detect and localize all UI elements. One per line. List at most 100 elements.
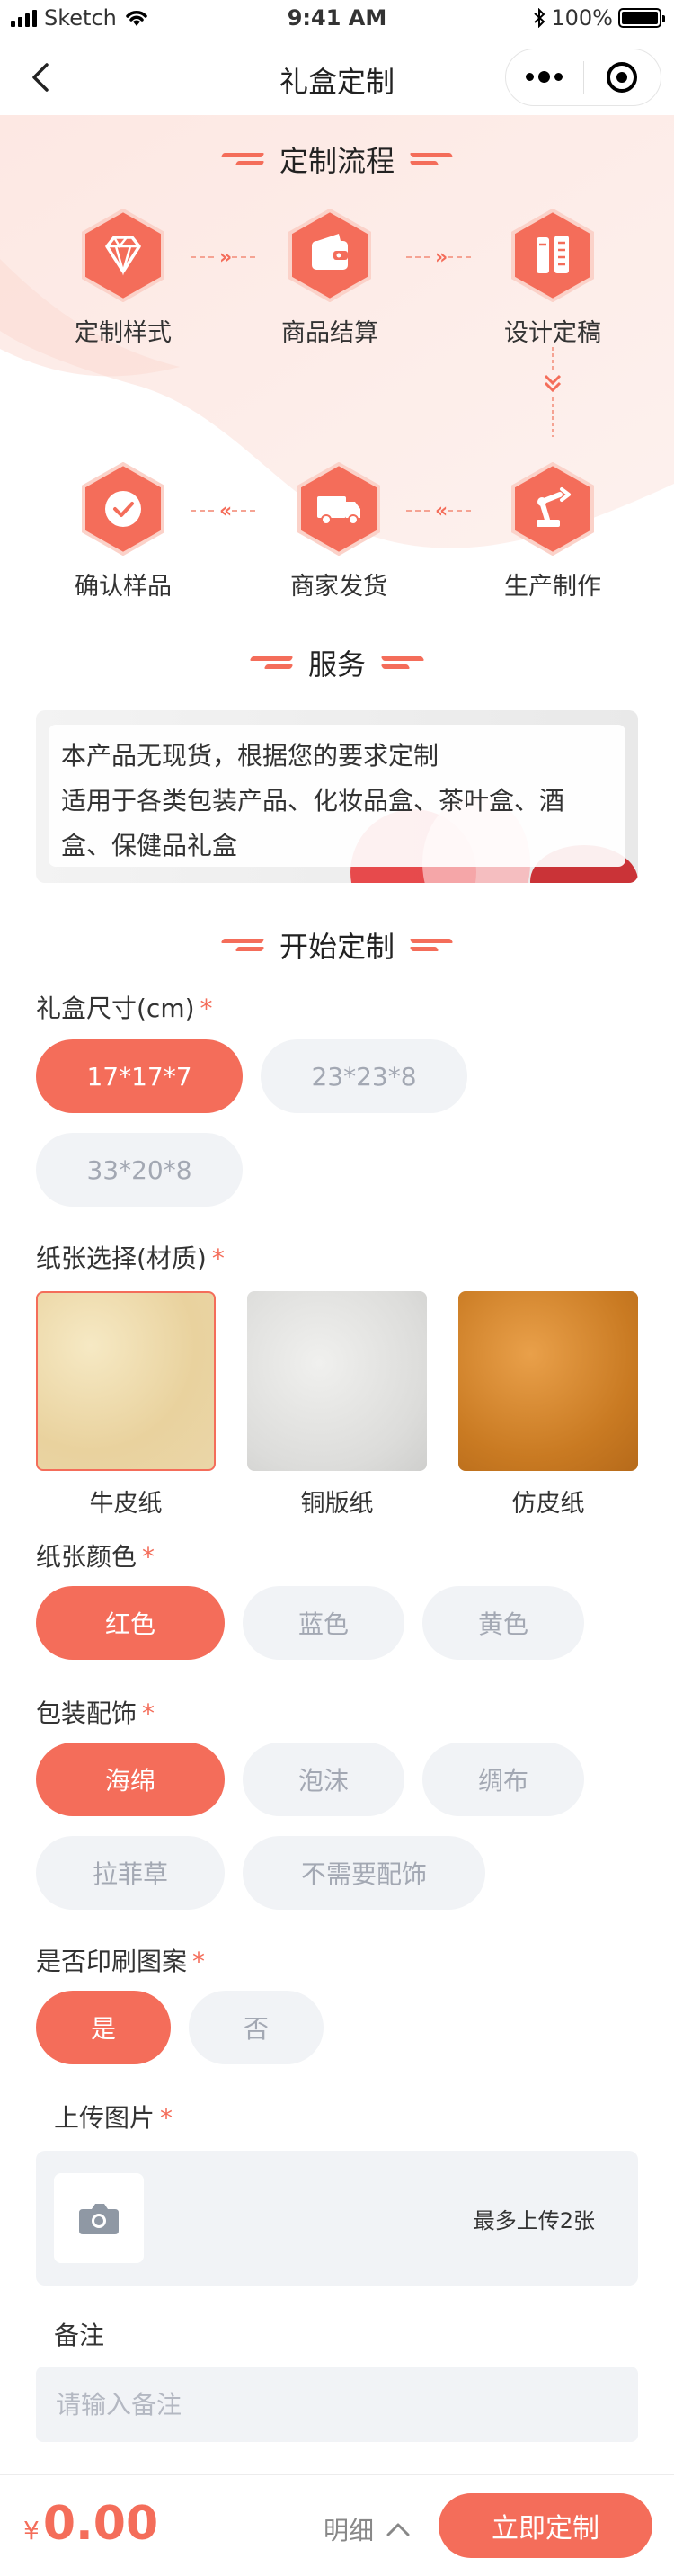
upload-image-button[interactable]: [54, 2173, 144, 2263]
hex-badge: [510, 209, 596, 302]
print-option-no[interactable]: 否: [189, 1991, 324, 2064]
step-merchant-ship: 商家发货: [262, 462, 415, 602]
close-ring-icon: [607, 62, 638, 93]
paper-name: 铜版纸: [300, 1490, 374, 1518]
process-title: 定制流程: [0, 138, 674, 180]
upload-label-text: 上传图片: [54, 2103, 155, 2133]
hex-badge: [80, 209, 166, 302]
flow-arrow-down: [544, 347, 562, 437]
accessory-option-silk[interactable]: 绸布: [422, 1743, 584, 1816]
remark-label: 备注: [54, 2316, 104, 2352]
flow-arrow-left: «: [191, 500, 268, 522]
customize-title: 开始定制: [0, 924, 674, 966]
step-checkout: 商品结算: [253, 209, 406, 348]
paper-label-text: 纸张选择(材质): [36, 1243, 207, 1273]
paper-option-coated[interactable]: 铜版纸: [247, 1291, 427, 1519]
paper-option-kraft[interactable]: 牛皮纸: [36, 1291, 216, 1519]
paper-name: 仿皮纸: [511, 1490, 585, 1518]
accessory-label: 包装配饰 *: [36, 1694, 155, 1730]
hex-badge: [287, 209, 373, 302]
customize-title-text: 开始定制: [279, 930, 395, 964]
hex-badge: [510, 462, 596, 556]
required-mark: *: [142, 1542, 155, 1572]
service-title: 服务: [0, 642, 674, 683]
close-program-button[interactable]: [584, 62, 661, 93]
size-label: 礼盒尺寸(cm) *: [36, 989, 213, 1025]
step-confirm-sample: 确认样品: [47, 462, 200, 602]
remark-input[interactable]: [36, 2367, 638, 2442]
check-icon: [82, 462, 164, 556]
bluetooth-icon: [534, 8, 545, 28]
color-label-text: 纸张颜色: [36, 1542, 137, 1572]
flow-arrow-right: »: [406, 246, 483, 269]
title-deco-right: [382, 655, 423, 671]
camera-icon: [79, 2204, 119, 2234]
price-amount: 0.00: [42, 2497, 159, 2551]
detail-label: 明细: [324, 2516, 375, 2545]
print-option-yes[interactable]: 是: [36, 1991, 171, 2064]
print-label: 是否印刷图案 *: [36, 1942, 205, 1978]
more-menu-icon[interactable]: [506, 70, 583, 83]
service-card: 本产品无现货，根据您的要求定制 适用于各类包装产品、化妆品盒、茶叶盒、酒 盒、保…: [36, 710, 638, 883]
color-option-yellow[interactable]: 黄色: [422, 1586, 584, 1660]
robot-arm-icon: [511, 462, 594, 556]
required-mark: *: [160, 2103, 173, 2133]
price-detail-toggle[interactable]: 明细: [324, 2511, 412, 2547]
size-option-23x23x8[interactable]: 23*23*8: [261, 1039, 467, 1113]
title-deco-right: [411, 937, 452, 953]
accessory-option-sponge[interactable]: 海绵: [36, 1743, 225, 1816]
title-deco-left: [222, 937, 263, 953]
step-label: 商家发货: [290, 573, 387, 601]
required-mark: *: [200, 994, 213, 1023]
service-title-text: 服务: [307, 647, 366, 682]
size-option-33x20x8[interactable]: 33*20*8: [36, 1133, 243, 1207]
paper-name: 牛皮纸: [89, 1490, 163, 1518]
truck-icon: [297, 462, 380, 556]
color-option-blue[interactable]: 蓝色: [243, 1586, 404, 1660]
service-line: 本产品无现货，根据您的要求定制: [61, 741, 439, 771]
order-now-button[interactable]: 立即定制: [439, 2493, 652, 2558]
required-mark: *: [211, 1243, 225, 1273]
flow-arrow-left: «: [406, 500, 483, 522]
nav-bar: 礼盒定制: [0, 40, 674, 115]
status-right: 100%: [533, 5, 665, 31]
accessory-option-foam[interactable]: 泡沫: [243, 1743, 404, 1816]
step-customize-style: 定制样式: [47, 209, 200, 348]
paper-swatch[interactable]: [458, 1291, 638, 1471]
remark-label-text: 备注: [54, 2321, 105, 2350]
required-mark: *: [142, 1698, 155, 1728]
accessory-option-raffia[interactable]: 拉菲草: [36, 1836, 225, 1910]
service-line: 盒、保健品礼盒: [61, 831, 238, 860]
upload-label: 上传图片 *: [54, 2099, 173, 2135]
paper-swatch[interactable]: [36, 1291, 216, 1471]
service-line: 适用于各类包装产品、化妆品盒、茶叶盒、酒: [61, 786, 565, 816]
accessory-label-text: 包装配饰: [36, 1698, 137, 1728]
title-deco-right: [411, 151, 452, 167]
print-label-text: 是否印刷图案: [36, 1947, 188, 1976]
title-deco-left: [251, 655, 292, 671]
status-bar: Sketch 9:41 AM 100%: [0, 0, 674, 40]
total-price: ¥ 0.00: [23, 2497, 158, 2551]
step-design-finalize: 设计定稿: [476, 209, 629, 348]
color-option-red[interactable]: 红色: [36, 1586, 225, 1660]
step-label: 确认样品: [75, 573, 172, 601]
paper-option-faux-leather[interactable]: 仿皮纸: [458, 1291, 638, 1519]
service-text-box: 本产品无现货，根据您的要求定制 适用于各类包装产品、化妆品盒、茶叶盒、酒 盒、保…: [49, 725, 625, 867]
step-label: 设计定稿: [504, 319, 601, 347]
hex-badge: [80, 462, 166, 556]
size-option-17x17x7[interactable]: 17*17*7: [36, 1039, 243, 1113]
bottom-bar: ¥ 0.00 明细 立即定制: [0, 2474, 674, 2576]
title-deco-left: [222, 151, 263, 167]
chevron-up-icon: [386, 2523, 410, 2536]
required-mark: *: [192, 1947, 206, 1976]
diamond-icon: [82, 209, 164, 302]
mini-program-capsule: [505, 49, 661, 106]
paper-swatch[interactable]: [247, 1291, 427, 1471]
design-icon: [511, 209, 594, 302]
accessory-option-none[interactable]: 不需要配饰: [243, 1836, 485, 1910]
hex-badge: [296, 462, 382, 556]
upload-area: 最多上传2张: [36, 2151, 638, 2286]
currency-symbol: ¥: [23, 2516, 40, 2545]
step-label: 定制样式: [75, 319, 172, 347]
battery-percent: 100%: [551, 5, 613, 31]
